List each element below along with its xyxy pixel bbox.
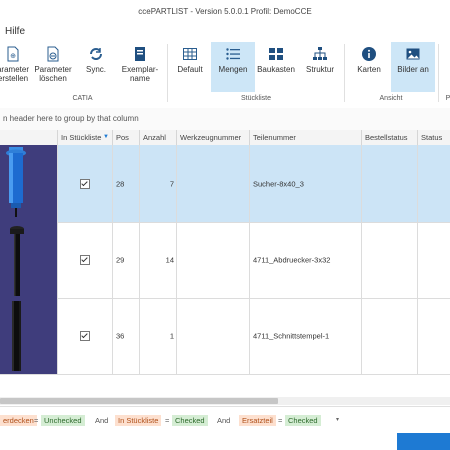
cell-status (417, 145, 450, 222)
scrollbar-thumb[interactable] (0, 398, 278, 404)
filter-value-checked[interactable]: Checked (172, 415, 208, 426)
column-header-status[interactable]: Status (417, 130, 450, 145)
parameter-delete-icon (47, 46, 59, 62)
menu-bar: Hilfe (0, 22, 450, 40)
filter-value-unchecked[interactable]: Unchecked (41, 415, 85, 426)
cell-werkzeugnummer (176, 222, 249, 298)
image-icon (406, 48, 420, 60)
column-header-pos[interactable]: Pos (112, 130, 139, 145)
parameter-delete-label: Parameter löschen (34, 65, 72, 83)
column-header-teilenummer[interactable]: Teilenummer (249, 130, 361, 145)
status-accent (397, 433, 450, 450)
ribbon-group-stueckliste: Stückliste (241, 95, 271, 102)
grid-header: In Stückliste ▼ Pos Anzahl Werkzeugnummer… (0, 130, 450, 146)
ribbon-divider (167, 44, 168, 102)
instance-name-icon (135, 47, 145, 61)
tree-icon (313, 47, 327, 60)
cell-anzahl: 7 (139, 145, 176, 222)
filter-field-ersatzteil[interactable]: Ersatzteil (239, 415, 276, 426)
in-stueckliste-checkbox[interactable] (80, 178, 90, 189)
column-header-in-stueckliste[interactable]: In Stückliste ▼ (57, 130, 112, 145)
sort-indicator-icon: ▼ (103, 134, 109, 140)
cell-in-stueckliste[interactable] (57, 298, 112, 374)
parameter-delete-button[interactable]: Parameter löschen (33, 42, 73, 92)
in-stueckliste-checkbox[interactable] (80, 255, 90, 265)
cell-anzahl: 1 (139, 298, 176, 374)
in-stueckliste-checkbox[interactable] (80, 331, 90, 341)
sync-button[interactable]: Sync. (80, 42, 112, 92)
sync-icon (90, 48, 102, 60)
bilder-an-label: Bilder an (397, 65, 429, 74)
part-thumbnail (0, 145, 57, 222)
filter-operator[interactable]: = (275, 415, 285, 426)
cell-werkzeugnummer (176, 298, 249, 374)
cell-in-stueckliste[interactable] (57, 145, 112, 222)
parameter-create-label: arameter erstellen (0, 65, 29, 83)
cell-teilenummer: 4711_Abdruecker-3x32 (249, 222, 361, 298)
cell-anzahl: 14 (139, 222, 176, 298)
table-grid-icon (183, 48, 197, 60)
filter-field-in-stueckliste[interactable]: In Stückliste (115, 415, 162, 426)
ribbon-divider (344, 44, 345, 102)
table-row[interactable]: 28 7 Sucher-8x40_3 (0, 145, 450, 223)
ribbon-group-catia: CATIA (72, 95, 93, 102)
view-mengen-label: Mengen (218, 65, 248, 74)
column-header-bestellstatus[interactable]: Bestellstatus (361, 130, 417, 145)
cell-bestellstatus (361, 145, 417, 222)
table-row[interactable]: 36 1 4711_Schnittstempel-1 (0, 298, 450, 375)
instance-name-label: Exemplar-name (121, 65, 159, 83)
filter-bar: erdecken = Unchecked And In Stückliste =… (0, 406, 450, 432)
instance-name-button[interactable]: Exemplar-name (118, 42, 162, 92)
cell-in-stueckliste[interactable] (57, 222, 112, 298)
horizontal-scrollbar[interactable] (0, 397, 450, 405)
karten-label: Karten (357, 65, 381, 74)
view-default-label: Default (177, 65, 203, 74)
cell-status (417, 298, 450, 374)
svg-text:⊕: ⊕ (10, 53, 16, 60)
cell-teilenummer: Sucher-8x40_3 (249, 145, 361, 222)
filter-and[interactable]: And (214, 415, 233, 426)
parameter-create-button[interactable]: ⊕ arameter erstellen (0, 42, 32, 92)
filter-operator[interactable]: = (162, 415, 172, 426)
window-title: ccePARTLIST - Version 5.0.0.1 Profil: De… (0, 0, 450, 22)
cell-bestellstatus (361, 222, 417, 298)
karten-button[interactable]: Karten (350, 42, 388, 92)
sync-label: Sync. (85, 65, 106, 74)
cell-pos: 28 (112, 145, 139, 222)
menu-hilfe[interactable]: Hilfe (5, 26, 25, 37)
view-mengen-button[interactable]: Mengen (211, 42, 255, 92)
ribbon-group-partial: P (445, 95, 450, 102)
blocks-icon (269, 48, 283, 60)
cell-bestellstatus (361, 298, 417, 374)
status-bar (0, 433, 450, 450)
filter-dropdown-icon[interactable]: ▾ (333, 415, 342, 426)
parameter-create-icon: ⊕ (7, 46, 19, 62)
view-struktur-button[interactable]: Struktur (302, 42, 338, 92)
ribbon-group-ansicht: Ansicht (379, 95, 403, 102)
view-baukasten-button[interactable]: Baukasten (256, 42, 296, 92)
group-panel-hint: n header here to group by that column (3, 114, 139, 123)
part-thumbnail (0, 222, 57, 298)
view-struktur-label: Struktur (305, 65, 334, 74)
cell-werkzeugnummer (176, 145, 249, 222)
filter-and[interactable]: And (92, 415, 111, 426)
ribbon-divider (438, 44, 439, 102)
group-panel[interactable]: n header here to group by that column (0, 108, 450, 131)
bilder-an-button[interactable]: Bilder an (391, 42, 435, 92)
cell-status (417, 222, 450, 298)
table-row[interactable]: 29 14 4711_Abdruecker-3x32 (0, 222, 450, 299)
filter-value-checked[interactable]: Checked (285, 415, 321, 426)
view-baukasten-label: Baukasten (257, 65, 295, 74)
list-icon (226, 48, 240, 60)
view-default-button[interactable]: Default (172, 42, 208, 92)
info-icon (362, 47, 376, 61)
cell-teilenummer: 4711_Schnittstempel-1 (249, 298, 361, 374)
cell-pos: 36 (112, 298, 139, 374)
cell-pos: 29 (112, 222, 139, 298)
column-header-anzahl[interactable]: Anzahl (139, 130, 176, 145)
part-thumbnail (0, 298, 57, 374)
filter-operator[interactable]: = (31, 415, 41, 426)
column-header-werkzeugnummer[interactable]: Werkzeugnummer (176, 130, 249, 145)
ribbon: ⊕ arameter erstellen Parameter löschen Syn… (0, 40, 450, 109)
